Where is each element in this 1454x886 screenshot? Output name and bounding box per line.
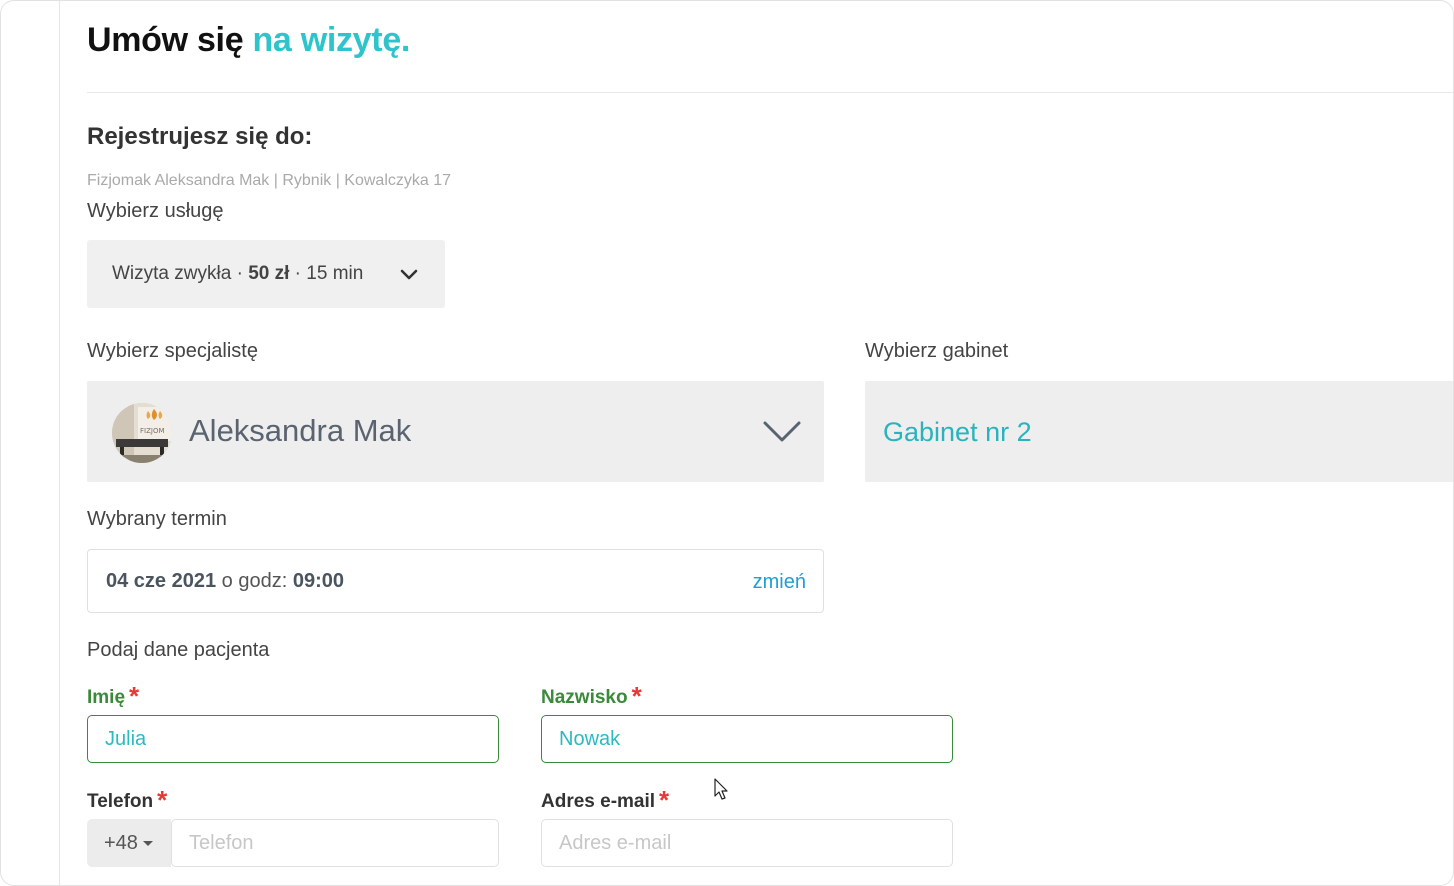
last-name-input[interactable] — [541, 715, 953, 763]
title-main: Umów się — [87, 21, 244, 59]
last-name-label: Nazwisko * — [541, 679, 642, 711]
email-label-text: Adres e-mail — [541, 791, 656, 812]
specialist-avatar: FIZJOM — [112, 403, 172, 463]
phone-label: Telefon * — [87, 783, 168, 815]
email-input[interactable] — [541, 819, 953, 867]
phone-country-prefix-select[interactable]: +48 — [87, 819, 171, 867]
first-name-label-text: Imię — [87, 687, 126, 708]
registration-heading: Rejestrujesz się do: — [87, 123, 313, 150]
avatar-logo-text: FIZJOM — [140, 427, 165, 435]
office-select[interactable]: Gabinet nr 2 — [865, 381, 1453, 482]
appointment-box: 04 cze 2021 o godz: 09:00 zmień — [87, 549, 824, 613]
change-appointment-link[interactable]: zmień — [753, 571, 806, 594]
chevron-down-icon — [400, 269, 418, 280]
chevron-down-icon — [763, 421, 801, 442]
office-name: Gabinet nr 2 — [883, 417, 1032, 447]
clinic-info: Fizjomak Aleksandra Mak | Rybnik | Kowal… — [87, 172, 452, 189]
header-divider — [87, 92, 1453, 93]
service-name: Wizyta zwykła · — [112, 263, 243, 284]
mouse-cursor-icon — [714, 778, 728, 800]
appointment-datetime: 04 cze 2021 o godz: 09:00 — [106, 570, 344, 593]
sidebar-divider — [59, 1, 60, 885]
phone-prefix-value: +48 — [104, 831, 138, 854]
appointment-label: Wybrany termin — [87, 508, 227, 530]
required-mark: * — [157, 785, 168, 815]
title-accent: na wizytę. — [252, 21, 411, 59]
avatar-image: FIZJOM — [112, 403, 172, 463]
page-frame: Umów się na wizytę. Rejestrujesz się do:… — [0, 0, 1454, 886]
required-mark: * — [659, 785, 670, 815]
specialist-select[interactable]: FIZJOM Aleksandra Mak — [87, 381, 824, 482]
appointment-time: 09:00 — [292, 570, 344, 592]
page-title: Umów się na wizytę. — [87, 21, 410, 60]
last-name-label-text: Nazwisko — [541, 687, 628, 708]
specialist-name: Aleksandra Mak — [189, 413, 412, 448]
first-name-label: Imię * — [87, 679, 140, 711]
appointment-date: 04 cze 2021 — [106, 570, 217, 592]
service-price: 50 zł — [248, 263, 290, 284]
office-label: Wybierz gabinet — [865, 340, 1009, 362]
required-mark: * — [129, 681, 140, 711]
phone-input[interactable] — [171, 819, 499, 867]
appointment-connector: o godz: — [221, 570, 288, 592]
phone-label-text: Telefon — [87, 791, 154, 812]
service-label: Wybierz usługę — [87, 200, 224, 222]
specialist-label: Wybierz specjalistę — [87, 340, 258, 362]
first-name-input[interactable] — [87, 715, 499, 763]
service-select[interactable]: Wizyta zwykła · 50 zł · 15 min — [87, 240, 445, 308]
service-duration: · 15 min — [294, 263, 364, 284]
caret-down-icon — [142, 840, 153, 846]
patient-data-label: Podaj dane pacjenta — [87, 639, 270, 661]
required-mark: * — [631, 681, 642, 711]
email-label: Adres e-mail * — [541, 783, 670, 815]
